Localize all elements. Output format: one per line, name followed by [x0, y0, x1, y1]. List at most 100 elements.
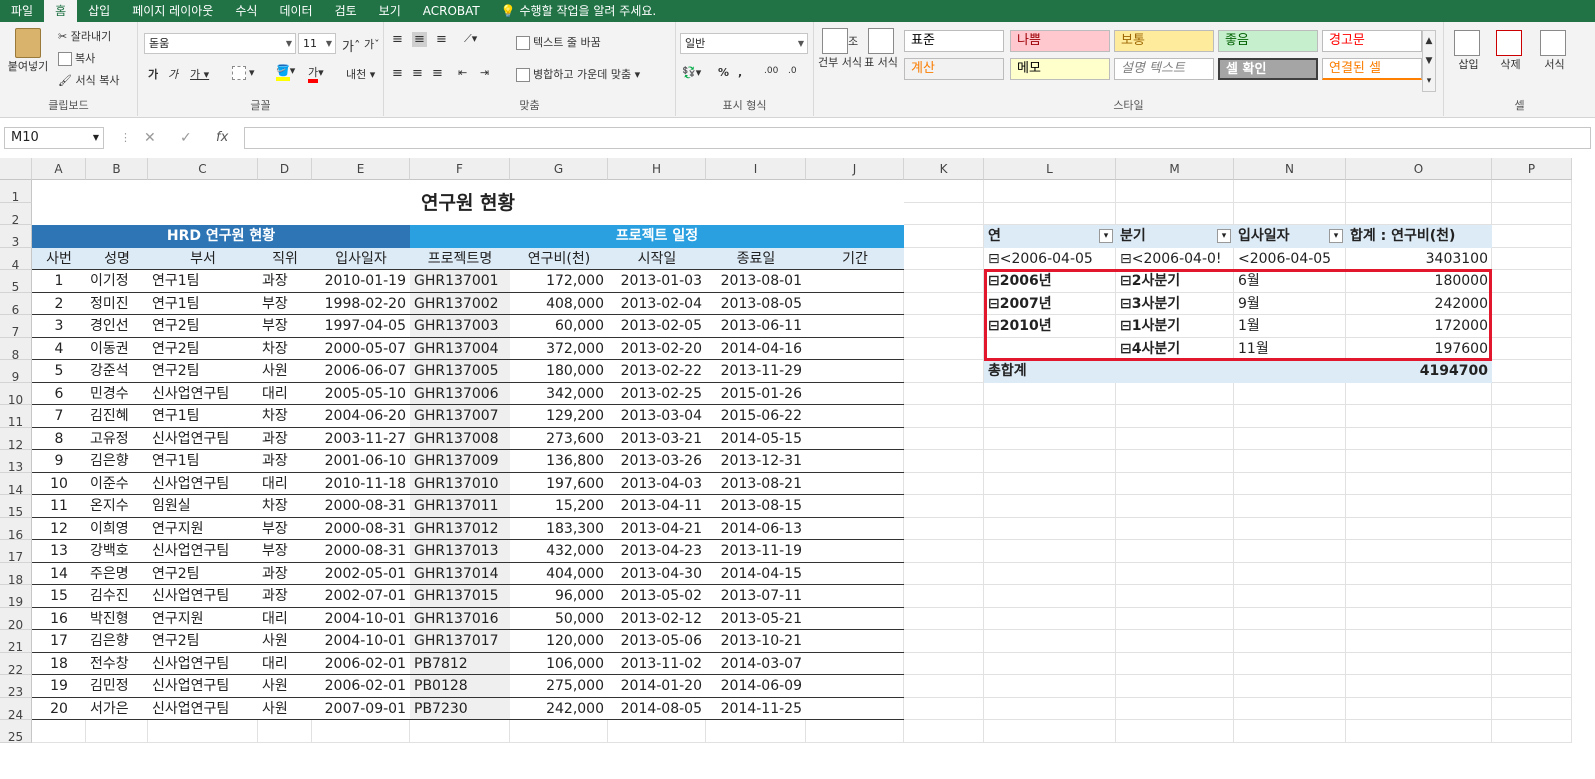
table-cell[interactable]: 과장 [258, 585, 312, 608]
table-cell[interactable]: 2013-04-21 [608, 517, 706, 540]
table-cell[interactable]: 2013-05-21 [706, 607, 806, 630]
tell-me-box[interactable]: 💡 수행할 작업을 알려 주세요. [491, 0, 656, 22]
table-cell[interactable]: 김은향 [86, 630, 148, 653]
table-cell[interactable]: 2013-11-02 [608, 652, 706, 675]
table-cell-period[interactable] [806, 563, 904, 585]
cancel-icon[interactable]: ✕ [144, 130, 156, 146]
table-cell[interactable]: 강백호 [86, 540, 148, 563]
pivot-total-label[interactable]: 총합계 [984, 360, 1116, 383]
column-header-C[interactable]: C [148, 158, 258, 180]
table-cell[interactable]: 17 [32, 630, 86, 653]
table-cell[interactable]: 7 [32, 405, 86, 428]
underline-button[interactable]: 가 ▾ [190, 66, 209, 82]
table-cell[interactable]: 2015-01-26 [706, 382, 806, 405]
column-header-K[interactable]: K [904, 158, 984, 180]
align-top-button[interactable]: ≡ [392, 32, 403, 47]
format-cells-button[interactable]: 서식 [1540, 30, 1569, 72]
row-header-9[interactable]: 9 [0, 360, 32, 384]
table-cell[interactable]: 2013-04-03 [608, 472, 706, 495]
table-cell[interactable]: 2013-05-02 [608, 585, 706, 608]
pivot-cell[interactable]: 3403100 [1346, 248, 1492, 271]
table-cell[interactable]: 연구지원 [148, 607, 258, 630]
column-header-O[interactable]: O [1346, 158, 1492, 180]
row-header-5[interactable]: 5 [0, 270, 32, 294]
table-cell[interactable]: 180,000 [510, 360, 608, 383]
copy-button[interactable]: 복사 [58, 50, 95, 66]
table-cell[interactable]: GHR137002 [410, 292, 510, 315]
table-cell[interactable]: GHR137004 [410, 337, 510, 360]
table-cell[interactable]: 2004-10-01 [312, 607, 410, 630]
orientation-button[interactable]: ⟋▾ [464, 32, 477, 46]
pivot-total-value[interactable]: 4194700 [1346, 360, 1492, 383]
table-cell-period[interactable] [806, 270, 904, 293]
column-header-A[interactable]: A [32, 158, 86, 180]
table-cell[interactable]: 신사업연구팀 [148, 382, 258, 405]
table-cell[interactable]: 신사업연구팀 [148, 472, 258, 495]
table-cell[interactable]: 연구2팀 [148, 630, 258, 653]
table-cell[interactable]: GHR137010 [410, 472, 510, 495]
table-cell[interactable]: 사원 [258, 697, 312, 720]
table-cell[interactable]: 96,000 [510, 585, 608, 608]
column-header-J[interactable]: J [806, 158, 904, 180]
table-cell[interactable]: 2013-06-11 [706, 315, 806, 338]
table-cell[interactable]: 임원실 [148, 495, 258, 518]
table-cell[interactable]: 6 [32, 382, 86, 405]
format-as-table-button[interactable]: 표 서식 [864, 28, 898, 69]
table-cell[interactable]: 사원 [258, 630, 312, 653]
tab-8[interactable]: ACROBAT [412, 0, 491, 22]
table-cell[interactable]: 이동권 [86, 337, 148, 360]
wrap-text-button[interactable]: 텍스트 줄 바꿈 [516, 34, 601, 50]
table-cell[interactable]: 주은명 [86, 562, 148, 585]
cell-style-0[interactable]: 표준 [904, 30, 1004, 52]
table-cell[interactable]: 부장 [258, 292, 312, 315]
column-header-L[interactable]: L [984, 158, 1116, 180]
column-header-P[interactable]: P [1492, 158, 1572, 180]
column-header-B[interactable]: B [86, 158, 148, 180]
table-cell[interactable]: 275,000 [510, 675, 608, 698]
table-cell[interactable]: 신사업연구팀 [148, 652, 258, 675]
phonetic-button[interactable]: 내천 ▾ [346, 66, 375, 82]
table-cell[interactable]: 김은향 [86, 450, 148, 473]
cell-style-1[interactable]: 나쁨 [1010, 30, 1110, 52]
table-cell[interactable]: 11 [32, 495, 86, 518]
row-header-24[interactable]: 24 [0, 697, 32, 722]
filter-dropdown-icon[interactable]: ▾ [1099, 229, 1113, 243]
tab-4[interactable]: 수식 [224, 0, 268, 22]
column-header-F[interactable]: F [410, 158, 510, 180]
table-cell[interactable]: 신사업연구팀 [148, 675, 258, 698]
border-button[interactable]: ▾ [232, 66, 255, 80]
table-cell[interactable]: 2013-01-03 [608, 270, 706, 293]
table-cell[interactable]: 대리 [258, 382, 312, 405]
table-cell[interactable]: PB7812 [410, 652, 510, 675]
increase-decimal-button[interactable]: .00 [764, 66, 778, 76]
table-cell[interactable]: 온지수 [86, 495, 148, 518]
table-cell[interactable]: 14 [32, 562, 86, 585]
table-cell[interactable]: 2013-02-04 [608, 292, 706, 315]
table-cell[interactable]: 경인선 [86, 315, 148, 338]
cell-style-7[interactable]: 설명 텍스트 [1114, 58, 1214, 80]
table-cell[interactable]: GHR137008 [410, 427, 510, 450]
table-cell[interactable]: 2013-02-12 [608, 607, 706, 630]
row-header-14[interactable]: 14 [0, 472, 32, 497]
row-header-1[interactable]: 1 [0, 180, 32, 204]
align-middle-button[interactable]: ≡ [412, 32, 427, 47]
table-cell[interactable]: 2010-11-18 [312, 472, 410, 495]
row-header-22[interactable]: 22 [0, 652, 32, 677]
cell-style-2[interactable]: 보통 [1114, 30, 1214, 52]
grow-font-button[interactable]: 가ˆ [342, 36, 360, 55]
table-cell[interactable]: 신사업연구팀 [148, 540, 258, 563]
table-cell[interactable]: 차장 [258, 495, 312, 518]
conditional-format-button[interactable]: 조건부 서식 [818, 28, 862, 69]
table-cell[interactable]: 8 [32, 427, 86, 450]
increase-indent-button[interactable]: ⇥ [480, 66, 489, 79]
column-header-G[interactable]: G [510, 158, 608, 180]
table-cell[interactable]: 2013-03-04 [608, 405, 706, 428]
align-bottom-button[interactable]: ≡ [436, 32, 447, 47]
table-cell[interactable]: 박진형 [86, 607, 148, 630]
column-header-I[interactable]: I [706, 158, 806, 180]
row-header-4[interactable]: 4 [0, 247, 32, 272]
row-header-15[interactable]: 15 [0, 495, 32, 519]
table-cell[interactable]: 차장 [258, 405, 312, 428]
table-cell[interactable]: GHR137012 [410, 517, 510, 540]
table-cell[interactable]: 1 [32, 270, 86, 293]
